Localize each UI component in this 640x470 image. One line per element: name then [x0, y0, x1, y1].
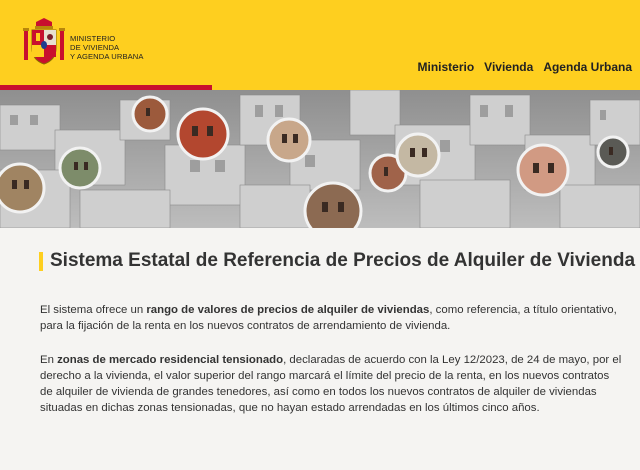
ministry-line-1: MINISTERIO	[70, 34, 116, 43]
p2-text-3: derecho a la vivienda, el valor superior…	[40, 370, 610, 382]
p2-text-1: En	[40, 354, 58, 366]
nav-ministerio[interactable]: Ministerio	[418, 60, 475, 74]
p1-bold-1: rango de valores de precios de alquiler …	[146, 304, 430, 316]
intro-paragraph: El sistema ofrece un rango de valores de…	[40, 302, 635, 334]
coat-of-arms-icon	[23, 18, 65, 65]
p1-text-3: para la fijación de la renta en los nuev…	[40, 320, 451, 332]
main-content: Sistema Estatal de Referencia de Precios…	[0, 228, 640, 470]
main-nav: Ministerio Vivienda Agenda Urbana	[418, 60, 633, 74]
title-accent-bar	[39, 252, 43, 271]
p1-text-2: , como referencia, a título orientativo,	[429, 304, 617, 316]
ministry-name: MINISTERIO DE VIVIENDA Y AGENDA URBANA	[70, 34, 144, 61]
tension-paragraph: En zonas de mercado residencial tensiona…	[40, 352, 635, 416]
p2-text-5: situadas en dichas zonas tensionadas, qu…	[40, 402, 540, 414]
nav-agenda-urbana[interactable]: Agenda Urbana	[543, 60, 632, 74]
p2-text-4: de alquiler de vivienda de grandes tened…	[40, 386, 597, 398]
ministry-logo[interactable]: MINISTERIO DE VIVIENDA Y AGENDA URBANA	[22, 18, 144, 66]
p2-bold-1: zonas de mercado residencial tensionado	[57, 354, 284, 366]
city-rooftops-image	[0, 90, 640, 228]
nav-vivienda[interactable]: Vivienda	[484, 60, 533, 74]
ministry-line-2: DE VIVIENDA	[70, 43, 120, 52]
hero-image	[0, 90, 640, 228]
p2-text-2: , declaradas de acuerdo con la Ley 12/20…	[283, 354, 622, 366]
site-header: MINISTERIO DE VIVIENDA Y AGENDA URBANA M…	[0, 0, 640, 85]
page-title: Sistema Estatal de Referencia de Precios…	[50, 250, 636, 271]
ministry-line-3: Y AGENDA URBANA	[70, 52, 144, 61]
p1-text-1: El sistema ofrece un	[40, 304, 147, 316]
